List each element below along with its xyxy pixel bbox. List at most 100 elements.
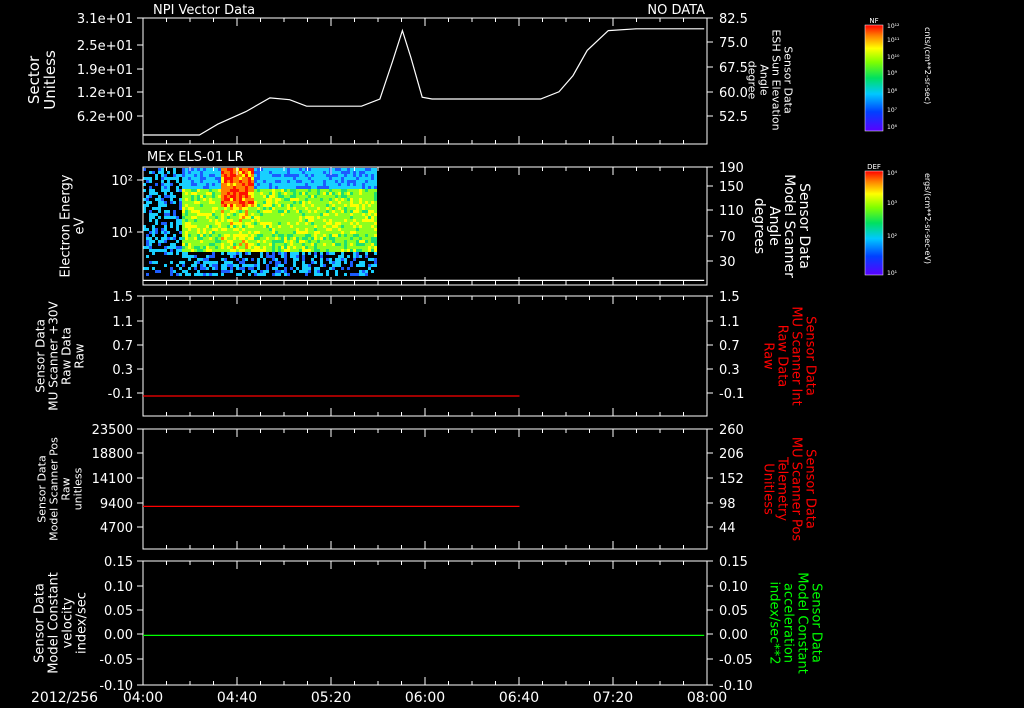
heatmap-cell bbox=[356, 171, 359, 174]
heatmap-cell bbox=[374, 183, 377, 186]
heatmap-cell bbox=[338, 201, 341, 204]
heatmap-cell bbox=[254, 243, 257, 246]
heatmap-cell bbox=[212, 222, 215, 225]
heatmap-cell bbox=[233, 237, 236, 240]
heatmap-cell bbox=[311, 258, 314, 261]
heatmap-cell bbox=[302, 249, 305, 252]
heatmap-cell bbox=[368, 222, 371, 225]
heatmap-cell bbox=[254, 168, 257, 171]
heatmap-cell bbox=[260, 192, 263, 195]
heatmap-cell bbox=[200, 240, 203, 243]
heatmap-cell bbox=[185, 240, 188, 243]
heatmap-cell bbox=[227, 195, 230, 198]
ylabel-right-panel-4-line: Telemetry bbox=[775, 456, 790, 521]
heatmap-cell bbox=[218, 171, 221, 174]
heatmap-cell bbox=[263, 270, 266, 273]
heatmap-cell bbox=[347, 216, 350, 219]
heatmap-cell bbox=[254, 186, 257, 189]
heatmap-cell bbox=[152, 225, 155, 228]
heatmap-cell bbox=[221, 216, 224, 219]
heatmap-cell bbox=[281, 234, 284, 237]
heatmap-cell bbox=[149, 201, 152, 204]
heatmap-cell bbox=[320, 216, 323, 219]
heatmap-cell bbox=[245, 228, 248, 231]
heatmap-cell bbox=[365, 234, 368, 237]
heatmap-cell bbox=[260, 183, 263, 186]
heatmap-cell bbox=[260, 246, 263, 249]
heatmap-cell bbox=[299, 219, 302, 222]
heatmap-cell bbox=[197, 231, 200, 234]
heatmap-cell bbox=[191, 249, 194, 252]
heatmap-cell bbox=[218, 213, 221, 216]
heatmap-cell bbox=[188, 258, 191, 261]
heatmap-cell bbox=[371, 225, 374, 228]
heatmap-cell bbox=[170, 222, 173, 225]
heatmap-cell bbox=[332, 204, 335, 207]
heatmap-cell bbox=[371, 207, 374, 210]
heatmap-cell bbox=[353, 174, 356, 177]
heatmap-cell bbox=[236, 252, 239, 255]
heatmap-cell bbox=[341, 234, 344, 237]
heatmap-cell bbox=[233, 255, 236, 258]
heatmap-cell bbox=[230, 168, 233, 171]
heatmap-cell bbox=[374, 228, 377, 231]
heatmap-cell bbox=[182, 207, 185, 210]
heatmap-cell bbox=[233, 201, 236, 204]
heatmap-cell bbox=[362, 228, 365, 231]
ylabel-right-panel-3-line: Raw bbox=[761, 342, 776, 370]
heatmap-cell bbox=[353, 207, 356, 210]
heatmap-cell bbox=[317, 219, 320, 222]
heatmap-cell bbox=[338, 264, 341, 267]
heatmap-cell bbox=[371, 177, 374, 180]
y-tick-label-left: 2.5e+01 bbox=[77, 39, 133, 54]
heatmap-cell bbox=[212, 198, 215, 201]
heatmap-cell bbox=[227, 264, 230, 267]
heatmap-cell bbox=[161, 198, 164, 201]
heatmap-cell bbox=[323, 180, 326, 183]
heatmap-cell bbox=[203, 186, 206, 189]
heatmap-cell bbox=[311, 225, 314, 228]
heatmap-cell bbox=[293, 204, 296, 207]
heatmap-cell bbox=[323, 246, 326, 249]
heatmap-cell bbox=[362, 177, 365, 180]
heatmap-cell bbox=[146, 273, 149, 276]
heatmap-cell bbox=[260, 201, 263, 204]
heatmap-cell bbox=[260, 255, 263, 258]
heatmap-cell bbox=[365, 171, 368, 174]
heatmap-cell bbox=[194, 204, 197, 207]
heatmap-cell bbox=[266, 264, 269, 267]
heatmap-cell bbox=[203, 240, 206, 243]
y-tick-label-left: 18800 bbox=[92, 447, 133, 462]
heatmap-cell bbox=[173, 174, 176, 177]
heatmap-cell bbox=[320, 186, 323, 189]
heatmap-cell bbox=[224, 210, 227, 213]
heatmap-cell bbox=[149, 195, 152, 198]
heatmap-cell bbox=[212, 249, 215, 252]
heatmap-cell bbox=[338, 195, 341, 198]
heatmap-cell bbox=[299, 210, 302, 213]
heatmap-cell bbox=[338, 240, 341, 243]
heatmap-cell bbox=[326, 237, 329, 240]
colorbar-gradient bbox=[864, 170, 884, 276]
heatmap-cell bbox=[227, 213, 230, 216]
heatmap-cell bbox=[155, 231, 158, 234]
heatmap-cell bbox=[176, 240, 179, 243]
heatmap-cell bbox=[248, 219, 251, 222]
heatmap-cell bbox=[323, 222, 326, 225]
heatmap-cell bbox=[203, 225, 206, 228]
heatmap-cell bbox=[191, 177, 194, 180]
heatmap-cell bbox=[296, 240, 299, 243]
heatmap-cell bbox=[191, 198, 194, 201]
heatmap-cell bbox=[215, 168, 218, 171]
heatmap-cell bbox=[284, 201, 287, 204]
heatmap-cell bbox=[188, 267, 191, 270]
heatmap-cell bbox=[317, 228, 320, 231]
heatmap-cell bbox=[326, 186, 329, 189]
heatmap-cell bbox=[158, 168, 161, 171]
heatmap-cell bbox=[245, 225, 248, 228]
heatmap-cell bbox=[353, 210, 356, 213]
heatmap-cell bbox=[290, 174, 293, 177]
heatmap-cell bbox=[188, 255, 191, 258]
heatmap-cell bbox=[254, 273, 257, 276]
heatmap-cell bbox=[251, 189, 254, 192]
